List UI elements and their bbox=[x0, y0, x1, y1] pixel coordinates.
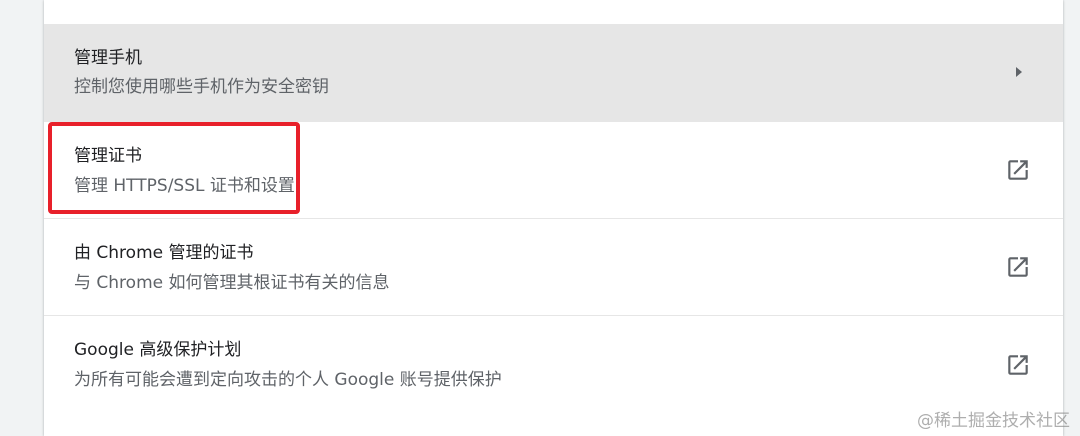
advanced-protection-subtitle: 为所有可能会遭到定向攻击的个人 Google 账号提供保护 bbox=[74, 370, 502, 390]
open-in-new-icon[interactable] bbox=[1005, 352, 1031, 378]
manage-phones-subtitle: 控制您使用哪些手机作为安全密钥 bbox=[74, 77, 329, 97]
chrome-managed-certificates-row[interactable]: 由 Chrome 管理的证书 与 Chrome 如何管理其根证书有关的信息 bbox=[44, 218, 1063, 315]
open-in-new-icon[interactable] bbox=[1005, 157, 1031, 183]
settings-card: 管理手机 控制您使用哪些手机作为安全密钥 管理证书 管理 HTTPS/SSL 证… bbox=[44, 0, 1063, 436]
highlight-annotation bbox=[48, 122, 300, 214]
watermark: @稀土掘金技术社区 bbox=[917, 411, 1070, 431]
advanced-protection-row[interactable]: Google 高级保护计划 为所有可能会遭到定向攻击的个人 Google 账号提… bbox=[44, 315, 1063, 436]
blank-row-top bbox=[44, 0, 1063, 24]
chevron-right-icon bbox=[1016, 67, 1022, 77]
chrome-managed-certificates-subtitle: 与 Chrome 如何管理其根证书有关的信息 bbox=[74, 273, 390, 293]
chrome-managed-certificates-title: 由 Chrome 管理的证书 bbox=[74, 243, 254, 263]
open-in-new-icon[interactable] bbox=[1005, 254, 1031, 280]
manage-phones-title: 管理手机 bbox=[74, 48, 142, 68]
manage-phones-row[interactable]: 管理手机 控制您使用哪些手机作为安全密钥 bbox=[44, 24, 1063, 121]
advanced-protection-title: Google 高级保护计划 bbox=[74, 340, 242, 360]
